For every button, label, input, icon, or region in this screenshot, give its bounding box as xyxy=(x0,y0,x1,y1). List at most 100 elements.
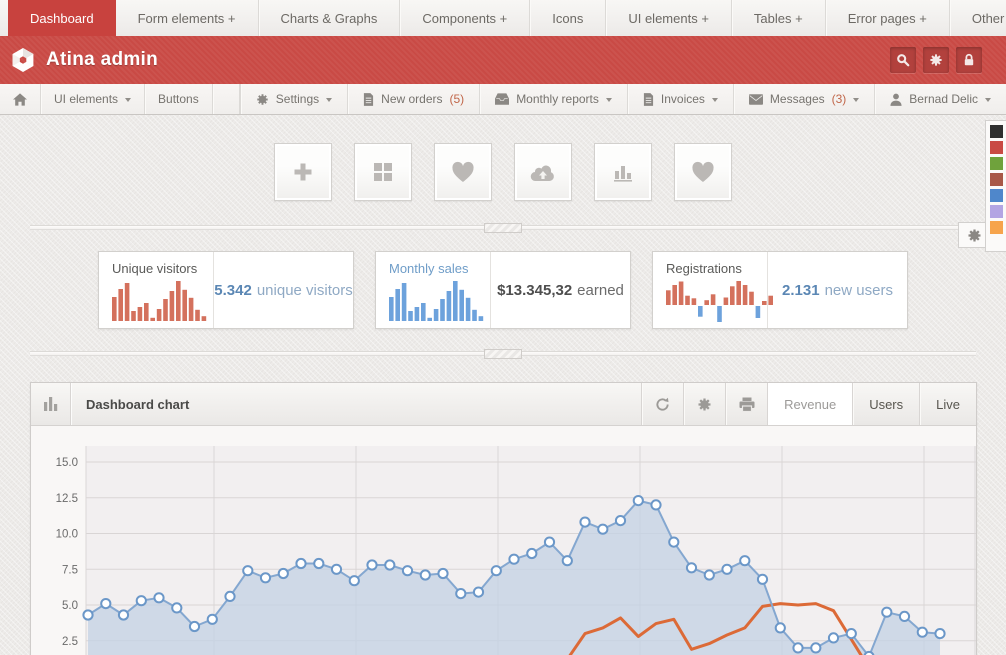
menu-messages[interactable]: Messages (3) xyxy=(733,84,874,114)
breadcrumb-home[interactable] xyxy=(0,84,41,114)
theme-swatch-green[interactable] xyxy=(990,157,1003,170)
quick-favorite-button[interactable] xyxy=(434,143,492,201)
stat-card-unique-visitors: Unique visitors 5.342 unique visitors xyxy=(98,251,354,329)
svg-text:5.0: 5.0 xyxy=(62,600,78,612)
refresh-icon xyxy=(655,397,670,412)
menu-user[interactable]: Bernad Delic xyxy=(874,84,1006,114)
svg-text:7.5: 7.5 xyxy=(62,564,78,576)
dashboard-line-chart: 2.5 5.0 7.5 10.0 12.5 15.0 xyxy=(31,426,976,655)
chart-panel-header: Dashboard chart Revenue Users Live xyxy=(31,383,976,426)
menu-monthly-reports[interactable]: Monthly reports xyxy=(479,84,627,114)
topnav-item-other-pages[interactable]: Other pages + xyxy=(950,0,1006,36)
svg-text:2.5: 2.5 xyxy=(62,636,78,648)
menu-item-label: Invoices xyxy=(661,92,705,106)
topnav-item-ui-elements[interactable]: UI elements + xyxy=(606,0,732,36)
breadcrumb-label: Buttons xyxy=(158,92,199,106)
breadcrumb-buttons[interactable]: Buttons xyxy=(145,84,213,114)
topnav-item-dashboard[interactable]: Dashboard xyxy=(8,0,116,36)
chevron-down-icon xyxy=(125,98,131,102)
chart-settings-button[interactable] xyxy=(683,383,725,425)
gear-icon xyxy=(697,397,712,412)
chevron-down-icon xyxy=(985,98,991,102)
gear-icon xyxy=(929,53,943,67)
topnav-item-icons[interactable]: Icons xyxy=(530,0,606,36)
panel-chart-icon-cell xyxy=(31,383,71,425)
chevron-down-icon xyxy=(712,98,718,102)
quick-upload-button[interactable] xyxy=(514,143,572,201)
chart-panel-title: Dashboard chart xyxy=(71,383,204,425)
printer-icon xyxy=(739,397,755,412)
bar-chart-icon xyxy=(612,161,634,183)
refresh-button[interactable] xyxy=(641,383,683,425)
search-button[interactable] xyxy=(890,47,916,73)
subnav-menu: Settings New orders (5) Monthly reports … xyxy=(240,84,1006,114)
topnav-item-error-pages[interactable]: Error pages + xyxy=(826,0,950,36)
svg-text:10.0: 10.0 xyxy=(56,529,78,541)
print-button[interactable] xyxy=(725,383,767,425)
chevron-down-icon xyxy=(606,98,612,102)
menu-item-label: Bernad Delic xyxy=(909,92,978,106)
gear-icon xyxy=(256,93,269,106)
quick-add-button[interactable] xyxy=(274,143,332,201)
unique-visitors-sparkline xyxy=(112,281,208,323)
messages-count-badge: (3) xyxy=(832,92,847,106)
bar-chart-icon xyxy=(43,396,59,412)
theme-swatch-purple[interactable] xyxy=(990,205,1003,218)
cloud-upload-icon xyxy=(530,162,556,182)
brand-actions xyxy=(890,47,996,73)
dashboard-chart-panel: Dashboard chart Revenue Users Live 2.5 5.… xyxy=(30,382,977,655)
stat-value: 5.342 xyxy=(214,282,252,299)
stat-value-suffix: new users xyxy=(825,282,893,299)
tab-users[interactable]: Users xyxy=(852,383,919,425)
theme-swatch-red[interactable] xyxy=(990,141,1003,154)
quick-grid-button[interactable] xyxy=(354,143,412,201)
dashboard-chart-body: 2.5 5.0 7.5 10.0 12.5 15.0 xyxy=(31,426,976,655)
app-title: Atina admin xyxy=(46,49,158,71)
heart-icon xyxy=(691,161,715,183)
theme-swatch-blue[interactable] xyxy=(990,189,1003,202)
menu-new-orders[interactable]: New orders (5) xyxy=(347,84,479,114)
brand-header: Atina admin xyxy=(0,36,1006,84)
topnav-item-tables[interactable]: Tables + xyxy=(732,0,826,36)
quick-likes-button[interactable] xyxy=(674,143,732,201)
chevron-down-icon xyxy=(326,98,332,102)
quick-stats-button[interactable] xyxy=(594,143,652,201)
user-icon xyxy=(890,93,902,106)
stat-card-monthly-sales: Monthly sales $13.345,32 earned xyxy=(375,251,631,329)
topnav-item-components[interactable]: Components + xyxy=(400,0,530,36)
menu-item-label: Settings xyxy=(276,92,319,106)
settings-button[interactable] xyxy=(923,47,949,73)
svg-text:15.0: 15.0 xyxy=(56,457,78,469)
stat-card-registrations: Registrations 2.131 new users xyxy=(652,251,908,329)
secondary-navigation: UI elements Buttons Settings New orders … xyxy=(0,84,1006,115)
top-navigation: Dashboard Form elements + Charts & Graph… xyxy=(0,0,1006,36)
tab-revenue[interactable]: Revenue xyxy=(767,383,852,425)
document-icon xyxy=(363,93,374,106)
grid-icon xyxy=(372,161,394,183)
stat-title: Registrations xyxy=(666,261,767,276)
topnav-item-form-elements[interactable]: Form elements + xyxy=(116,0,259,36)
document-icon xyxy=(643,93,654,106)
dashboard-page: { "top_nav": { "items": [ {"label": "Das… xyxy=(0,0,1006,655)
tab-live[interactable]: Live xyxy=(919,383,976,425)
topnav-item-charts-graphs[interactable]: Charts & Graphs xyxy=(259,0,401,36)
svg-text:12.5: 12.5 xyxy=(56,493,78,505)
menu-invoices[interactable]: Invoices xyxy=(627,84,733,114)
lock-button[interactable] xyxy=(956,47,982,73)
menu-item-label: New orders xyxy=(381,92,442,106)
heart-icon xyxy=(451,161,475,183)
divider-drag-handle[interactable] xyxy=(484,349,522,359)
breadcrumb-ui-elements[interactable]: UI elements xyxy=(41,84,145,114)
menu-settings[interactable]: Settings xyxy=(240,84,347,114)
gear-icon xyxy=(967,228,982,243)
registrations-sparkline xyxy=(666,281,775,323)
theme-swatch-brown[interactable] xyxy=(990,173,1003,186)
panel-header-filler xyxy=(204,383,641,425)
theme-swatch-orange[interactable] xyxy=(990,221,1003,234)
divider-drag-handle[interactable] xyxy=(484,223,522,233)
breadcrumb-spacer xyxy=(213,84,240,114)
theme-swatch-dark[interactable] xyxy=(990,125,1003,138)
stat-title: Monthly sales xyxy=(389,261,490,276)
chevron-down-icon xyxy=(853,98,859,102)
breadcrumb-label: UI elements xyxy=(54,92,118,106)
